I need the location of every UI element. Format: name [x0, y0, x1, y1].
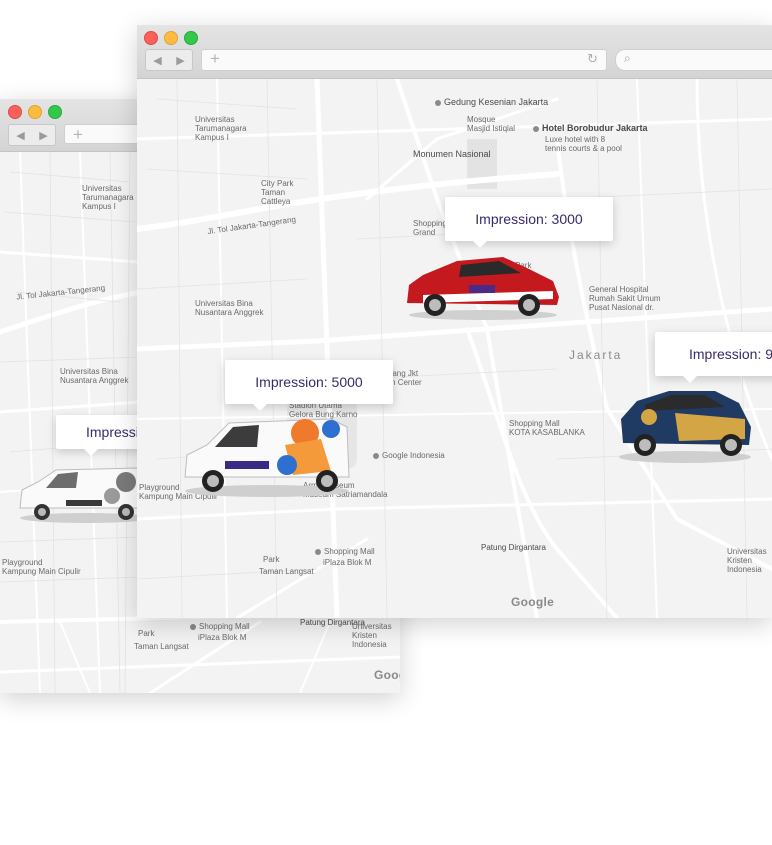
poi-icon	[533, 125, 539, 132]
back-arrow-icon[interactable]: ◀	[16, 129, 24, 142]
search-bar[interactable]: ⌕	[615, 49, 772, 71]
impression-label-5000: Impression: 5000	[255, 374, 363, 390]
forward-arrow-icon[interactable]: ▶	[176, 54, 184, 67]
label-park: Park	[138, 629, 155, 638]
label-hotel-borobudur: Hotel Borobudur Jakarta	[533, 123, 648, 133]
label-playground: Playground Kampung Main Cipulir	[2, 558, 81, 577]
navy-car-image	[619, 391, 751, 463]
poi-icon	[373, 452, 379, 459]
back-arrow-icon[interactable]: ◀	[153, 54, 161, 67]
impression-label-90: Impression: 90	[689, 346, 772, 362]
reload-icon[interactable]: ↻	[587, 51, 598, 67]
poi-icon	[315, 548, 321, 555]
map-view[interactable]: Gedung Kesenian Jakarta Universitas Taru…	[137, 79, 772, 618]
label-universitas-bina-nusantara: Universitas Bina Nusantara Anggrek	[195, 299, 264, 318]
maximize-window-button[interactable]	[48, 105, 62, 119]
label-mosque: Mosque Masjid Istiqlal	[467, 115, 516, 134]
minimize-window-button[interactable]	[28, 105, 42, 119]
browser-toolbar: ◀ ▶ + ↻ ⌕	[137, 25, 772, 79]
red-car-image	[407, 257, 559, 320]
label-park: Park	[263, 555, 280, 564]
label-universitas-tarumanagara: Universitas Tarumanagara Kampus I	[195, 115, 247, 143]
label-patung-dirgantara: Patung Dirgantara	[481, 543, 546, 552]
impression-callout-3000: Impression: 3000	[445, 197, 613, 248]
label-monumen-nasional: Monumen Nasional	[413, 149, 491, 159]
label-jakarta: Jakarta	[569, 348, 623, 362]
close-window-button[interactable]	[8, 105, 22, 119]
label-gedung-kesenian-text: Gedung Kesenian Jakarta	[444, 97, 549, 107]
google-logo: Google	[374, 668, 400, 682]
label-shopping-mall-text: Shopping Mall	[324, 547, 375, 556]
label-universitas-kristen: Universitas Kristen Indonesia	[727, 547, 767, 575]
label-google-indonesia: Google Indonesia	[373, 451, 445, 460]
google-logo: Google	[511, 595, 555, 609]
label-taman-langsat: Taman Langsat	[134, 642, 189, 651]
label-gedung-kesenian: Gedung Kesenian Jakarta	[435, 97, 548, 107]
impression-label-3000: Impression: 3000	[475, 211, 583, 227]
white-van-image	[184, 418, 350, 497]
maximize-window-button[interactable]	[184, 31, 198, 45]
poi-icon	[190, 623, 196, 630]
poi-icon	[435, 99, 441, 106]
label-universitas-bina-nusantara: Universitas Bina Nusantara Anggrek	[60, 367, 129, 386]
new-tab-button[interactable]: +	[64, 124, 144, 144]
label-hotel-borobudur-text: Hotel Borobudur Jakarta	[542, 123, 648, 133]
minimize-window-button[interactable]	[164, 31, 178, 45]
new-tab-plus-icon[interactable]: +	[210, 49, 220, 69]
label-shopping-mall: Shopping Mall	[315, 547, 375, 556]
label-iplaza: iPlaza Blok M	[198, 633, 247, 642]
impression-callout-90: Impression: 90	[655, 332, 772, 383]
label-iplaza: iPlaza Blok M	[323, 558, 372, 567]
label-universitas-tarumanagara: Universitas Tarumanagara Kampus I	[82, 184, 134, 212]
nav-buttons: ◀ ▶	[8, 124, 56, 146]
label-taman-langsat: Taman Langsat	[259, 567, 314, 576]
label-city-park: City Park Taman Cattleya	[261, 179, 294, 207]
label-universitas-kristen: Universitas Kristen Indonesia	[352, 622, 392, 650]
label-google-indonesia-text: Google Indonesia	[382, 451, 445, 460]
label-general-hospital: General Hospital Rumah Sakit Umum Pusat …	[589, 285, 661, 313]
white-van-image-back	[19, 467, 152, 523]
front-browser-window: ◀ ▶ + ↻ ⌕ Gedung Kesenian Jakarta Univer…	[137, 25, 772, 618]
forward-arrow-icon[interactable]: ▶	[39, 129, 47, 142]
label-hotel-desc: Luxe hotel with 8 tennis courts & a pool	[545, 135, 622, 154]
search-icon: ⌕	[624, 51, 631, 65]
label-shopping-mall: Shopping Mall	[190, 622, 250, 631]
impression-callout-5000: Impression: 5000	[225, 360, 393, 411]
address-bar[interactable]: + ↻	[201, 49, 607, 71]
close-window-button[interactable]	[144, 31, 158, 45]
label-shopping-mall-kota: Shopping Mall KOTA KASABLANKA	[509, 419, 585, 438]
nav-buttons: ◀ ▶	[145, 49, 193, 71]
label-shopping-mall-text: Shopping Mall	[199, 622, 250, 631]
label-shopping-grand: Shopping Grand	[413, 219, 447, 238]
